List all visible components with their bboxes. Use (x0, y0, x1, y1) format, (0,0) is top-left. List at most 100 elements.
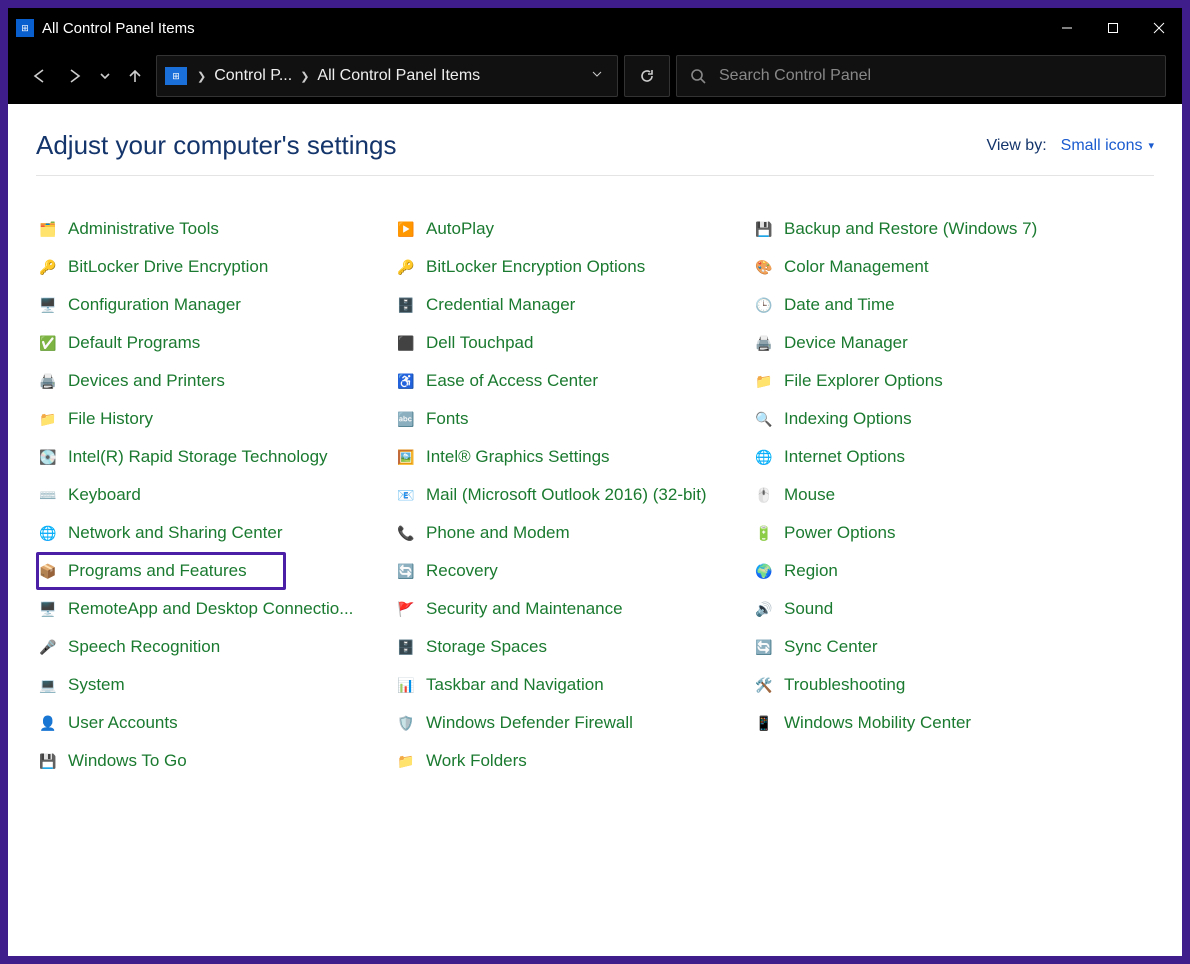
control-panel-item[interactable]: 🎤Speech Recognition (36, 628, 394, 666)
control-panel-item[interactable]: 📱Windows Mobility Center (752, 704, 1110, 742)
nav-bar: ⊞ ❯ Control P... ❯ All Control Panel Ite… (8, 48, 1182, 104)
control-panel-item[interactable]: 🔊Sound (752, 590, 1110, 628)
item-label: BitLocker Encryption Options (426, 257, 645, 277)
address-dropdown[interactable] (585, 67, 609, 85)
control-panel-item[interactable]: 🌍Region (752, 552, 1110, 590)
control-panel-item[interactable]: 💻System (36, 666, 394, 704)
item-label: Credential Manager (426, 295, 575, 315)
item-icon: 🔄 (754, 637, 774, 657)
item-icon: 🛠️ (754, 675, 774, 695)
breadcrumb-control-panel[interactable]: Control P... (214, 67, 292, 85)
item-icon: 💽 (38, 447, 58, 467)
control-panel-item[interactable]: 🌐 Network and Sharing Center (36, 514, 394, 552)
control-panel-item[interactable]: 🖼️Intel® Graphics Settings (394, 438, 752, 476)
control-panel-icon: ⊞ (165, 67, 187, 85)
item-label: Network and Sharing Center (68, 523, 283, 543)
control-panel-item[interactable]: 🛠️Troubleshooting (752, 666, 1110, 704)
control-panel-item[interactable]: 🔋 Power Options (752, 514, 1110, 552)
search-box[interactable]: Search Control Panel (676, 55, 1166, 97)
control-panel-item[interactable]: 🖨️Device Manager (752, 324, 1110, 362)
recent-dropdown[interactable] (96, 60, 114, 92)
control-panel-item[interactable]: 🎨Color Management (752, 248, 1110, 286)
item-label: Ease of Access Center (426, 371, 598, 391)
control-panel-item[interactable]: 🖥️RemoteApp and Desktop Connectio... (36, 590, 394, 628)
maximize-button[interactable] (1090, 8, 1136, 48)
refresh-icon (639, 68, 655, 84)
item-icon: 🖨️ (754, 333, 774, 353)
item-label: Dell Touchpad (426, 333, 533, 353)
item-label: Recovery (426, 561, 498, 581)
item-label: Keyboard (68, 485, 141, 505)
breadcrumb-separator-icon: ❯ (197, 70, 206, 83)
items-grid: 🗂️Administrative Tools▶️AutoPlay💾Backup … (36, 210, 1154, 780)
item-icon: 📁 (396, 751, 416, 771)
item-icon: 📁 (38, 409, 58, 429)
forward-button[interactable] (60, 60, 90, 92)
item-icon: 🔑 (38, 257, 58, 277)
item-label: Backup and Restore (Windows 7) (784, 219, 1037, 239)
control-panel-item[interactable]: 🚩Security and Maintenance (394, 590, 752, 628)
control-panel-item[interactable]: 🔤 Fonts (394, 400, 752, 438)
control-panel-item[interactable]: 🔍Indexing Options (752, 400, 1110, 438)
control-panel-item[interactable]: 🔑 BitLocker Encryption Options (394, 248, 752, 286)
control-panel-item[interactable]: 🗄️Storage Spaces (394, 628, 752, 666)
control-panel-item[interactable]: 📧Mail (Microsoft Outlook 2016) (32-bit) (394, 476, 752, 514)
control-panel-item[interactable]: 🖥️Configuration Manager (36, 286, 394, 324)
up-button[interactable] (120, 60, 150, 92)
close-button[interactable] (1136, 8, 1182, 48)
control-panel-item[interactable]: ⬛Dell Touchpad (394, 324, 752, 362)
item-icon: 🌍 (754, 561, 774, 581)
control-panel-item[interactable]: 🗂️Administrative Tools (36, 210, 394, 248)
control-panel-item[interactable]: 🖨️Devices and Printers (36, 362, 394, 400)
control-panel-item[interactable]: 📦Programs and Features (36, 552, 286, 590)
minimize-button[interactable] (1044, 8, 1090, 48)
item-icon: 🖨️ (38, 371, 58, 391)
control-panel-item[interactable]: 📁File Explorer Options (752, 362, 1110, 400)
address-bar[interactable]: ⊞ ❯ Control P... ❯ All Control Panel Ite… (156, 55, 618, 97)
item-icon: 🔑 (396, 257, 416, 277)
control-panel-item[interactable]: 📁File History (36, 400, 394, 438)
item-label: Storage Spaces (426, 637, 547, 657)
control-panel-item[interactable]: 📞Phone and Modem (394, 514, 752, 552)
back-button[interactable] (24, 60, 54, 92)
control-panel-item[interactable]: 🛡️Windows Defender Firewall (394, 704, 752, 742)
breadcrumb-all-items[interactable]: All Control Panel Items (317, 67, 480, 85)
control-panel-item[interactable]: ✅Default Programs (36, 324, 394, 362)
control-panel-item[interactable]: 📁Work Folders (394, 742, 752, 780)
refresh-button[interactable] (624, 55, 670, 97)
control-panel-item[interactable]: 💽Intel(R) Rapid Storage Technology (36, 438, 394, 476)
control-panel-item[interactable]: 🔄Recovery (394, 552, 752, 590)
item-label: Fonts (426, 409, 469, 429)
control-panel-item[interactable]: ▶️AutoPlay (394, 210, 752, 248)
item-label: Internet Options (784, 447, 905, 467)
control-panel-item[interactable]: 🖱️Mouse (752, 476, 1110, 514)
item-label: Color Management (784, 257, 929, 277)
item-icon: 📱 (754, 713, 774, 733)
item-icon: 🖥️ (38, 295, 58, 315)
item-icon: 🔤 (396, 409, 416, 429)
control-panel-item[interactable]: 🔄 Sync Center (752, 628, 1110, 666)
item-icon: 💻 (38, 675, 58, 695)
item-icon: 👤 (38, 713, 58, 733)
control-panel-item[interactable]: 💾Backup and Restore (Windows 7) (752, 210, 1110, 248)
control-panel-item[interactable]: ⌨️Keyboard (36, 476, 394, 514)
control-panel-item[interactable]: 🔑BitLocker Drive Encryption (36, 248, 394, 286)
control-panel-item[interactable]: 📊Taskbar and Navigation (394, 666, 752, 704)
control-panel-item[interactable]: 💾Windows To Go (36, 742, 394, 780)
control-panel-item[interactable]: 👤 User Accounts (36, 704, 394, 742)
viewby-dropdown[interactable]: Small icons ▾ (1061, 137, 1154, 155)
item-label: Power Options (784, 523, 896, 543)
item-label: User Accounts (68, 713, 178, 733)
control-panel-item[interactable]: ♿Ease of Access Center (394, 362, 752, 400)
control-panel-item[interactable]: 🗄️Credential Manager (394, 286, 752, 324)
item-icon: 🌐 (38, 523, 58, 543)
item-icon: 🔋 (754, 523, 774, 543)
control-panel-item[interactable]: 🌐Internet Options (752, 438, 1110, 476)
item-icon: 🖥️ (38, 599, 58, 619)
item-label: Sync Center (784, 637, 878, 657)
control-panel-item[interactable]: 🕒Date and Time (752, 286, 1110, 324)
up-icon (125, 66, 145, 86)
app-icon: ⊞ (16, 19, 34, 37)
item-icon: 🖼️ (396, 447, 416, 467)
minimize-icon (1061, 22, 1073, 34)
